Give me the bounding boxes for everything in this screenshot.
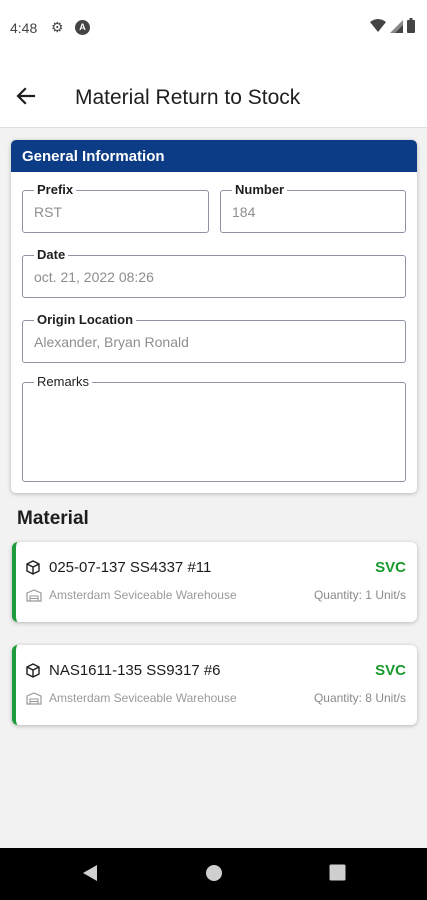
material-quantity: Quantity: 8 Unit/s — [313, 691, 406, 705]
date-value: oct. 21, 2022 08:26 — [34, 269, 154, 285]
date-label: Date — [34, 247, 69, 262]
system-navigation-bar — [0, 848, 427, 900]
remarks-label: Remarks — [34, 374, 93, 389]
material-warehouse: Amsterdam Seviceable Warehouse — [49, 691, 237, 705]
material-warehouse: Amsterdam Seviceable Warehouse — [49, 588, 237, 602]
material-section-title: Material — [17, 508, 89, 529]
origin-location-label: Origin Location — [34, 312, 137, 327]
origin-location-field[interactable]: Origin Location Alexander, Bryan Ronald — [22, 312, 406, 363]
origin-location-value: Alexander, Bryan Ronald — [34, 334, 189, 350]
back-button[interactable] — [14, 84, 44, 108]
battery-icon — [407, 18, 415, 33]
accessibility-icon: A — [75, 20, 90, 35]
material-name: 025-07-137 SS4337 #11 — [49, 559, 212, 576]
package-icon — [26, 663, 40, 678]
nav-home-icon[interactable] — [205, 864, 223, 882]
status-bar: 4:48 ⚙ A — [0, 0, 427, 56]
remarks-field[interactable]: Remarks — [22, 374, 406, 482]
prefix-field[interactable]: Prefix RST — [22, 182, 209, 233]
material-status-badge: SVC — [375, 662, 406, 679]
number-value: 184 — [232, 204, 256, 220]
nav-recents-icon[interactable] — [329, 864, 346, 881]
material-name: NAS1611-135 SS9317 #6 — [49, 662, 221, 679]
material-card[interactable]: NAS1611-135 SS9317 #6 SVC Amsterdam Sevi… — [12, 645, 417, 725]
app-bar: Material Return to Stock — [0, 56, 427, 128]
prefix-value: RST — [34, 204, 62, 220]
material-card[interactable]: 025-07-137 SS4337 #11 SVC Amsterdam Sevi… — [12, 542, 417, 622]
material-status-badge: SVC — [375, 559, 406, 576]
status-time: 4:48 — [10, 20, 38, 36]
general-information-header: General Information — [11, 140, 417, 172]
date-field[interactable]: Date oct. 21, 2022 08:26 — [22, 247, 406, 298]
warehouse-icon — [26, 692, 42, 705]
settings-gear-icon: ⚙ — [51, 19, 64, 35]
signal-icon — [390, 19, 403, 33]
general-information-card: General Information Prefix RST Number 18… — [11, 140, 417, 493]
wifi-icon — [370, 18, 386, 32]
number-field[interactable]: Number 184 — [220, 182, 406, 233]
number-label: Number — [232, 182, 288, 197]
status-icons — [370, 18, 415, 33]
prefix-label: Prefix — [34, 182, 77, 197]
back-arrow-icon — [16, 87, 36, 105]
page-title: Material Return to Stock — [75, 86, 301, 109]
package-icon — [26, 560, 40, 575]
material-quantity: Quantity: 1 Unit/s — [313, 588, 406, 602]
nav-back-icon[interactable] — [82, 864, 98, 882]
warehouse-icon — [26, 589, 42, 602]
